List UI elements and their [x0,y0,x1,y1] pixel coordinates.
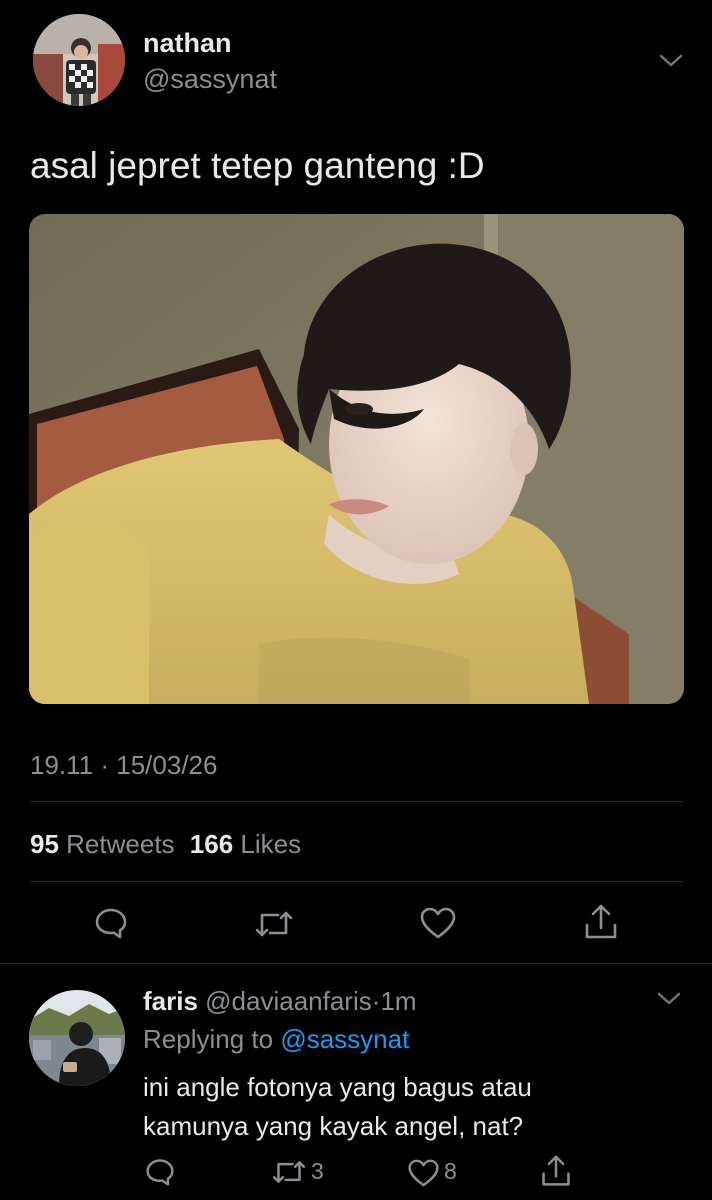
reply-author-handle[interactable]: @daviaanfaris [205,986,372,1016]
timestamp-separator: · [93,750,117,780]
tweet-text: asal jepret tetep ganteng :D [30,145,485,186]
share-icon[interactable] [583,903,619,941]
replying-to-handle[interactable]: @sassynat [280,1024,409,1054]
reply-share-icon[interactable] [540,1154,572,1188]
reply-header: faris @daviaanfaris·1m [143,986,417,1017]
reply-retweet-count: 3 [311,1158,324,1184]
reply-text: ini angle fotonya yang bagus atau kamuny… [143,1068,532,1146]
reply-icon[interactable] [94,906,128,940]
reply-reply-icon[interactable] [145,1157,175,1187]
tweet-time: 19.11 [30,750,94,780]
reply-age: 1m [380,986,417,1016]
retweets-label: Retweets [66,829,175,859]
divider [30,801,683,802]
author-avatar[interactable] [33,14,125,106]
divider [30,881,683,882]
heart-icon[interactable] [419,906,457,940]
divider [0,963,712,964]
reply-text-line-2: kamunya yang kayak angel, nat? [143,1111,524,1141]
reply-retweet-icon [271,1158,307,1186]
tweet-date: 15/03/26 [116,750,218,780]
replying-to-prefix: Replying to [143,1024,274,1054]
author-name[interactable]: nathan [143,28,232,59]
reply-text-line-1: ini angle fotonya yang bagus atau [143,1072,532,1102]
likes-label: Likes [240,829,302,859]
reply-author-avatar[interactable] [29,990,125,1086]
reply-chevron-down-icon[interactable] [656,990,682,1008]
tweet-timestamp[interactable]: 19.11 · 15/03/26 [30,750,217,781]
author-handle[interactable]: @sassynat [143,64,277,95]
tweet-photo[interactable] [29,214,684,704]
reply-like-count: 8 [444,1158,457,1184]
reply-heart-icon [407,1158,440,1188]
retweet-icon[interactable] [254,908,294,940]
chevron-down-icon[interactable] [658,52,684,70]
likes-count: 166 [189,829,234,859]
likes-stat[interactable]: 166 Likes [190,829,301,859]
retweets-stat[interactable]: 95 Retweets [30,829,182,859]
replying-to: Replying to @sassynat [143,1024,409,1055]
reply-author-name[interactable]: faris [143,986,198,1016]
retweets-count: 95 [30,829,59,859]
tweet-stats: 95 Retweets 166 Likes [30,829,301,860]
